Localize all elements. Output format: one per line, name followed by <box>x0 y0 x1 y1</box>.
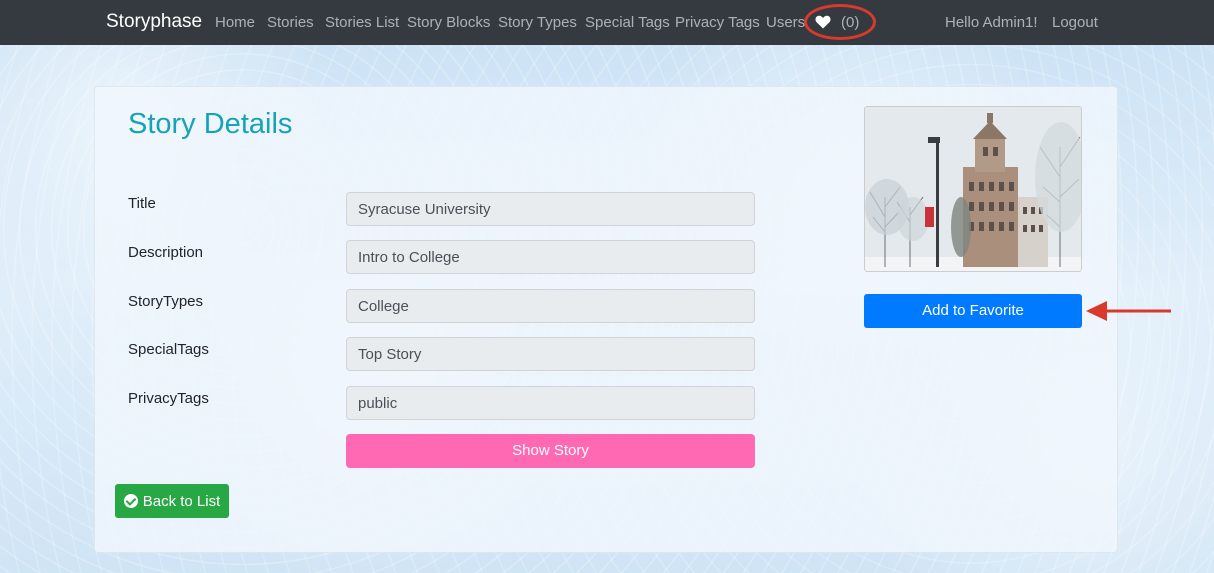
show-story-button[interactable]: Show Story <box>346 434 755 468</box>
annotation-arrow-icon <box>1086 301 1171 321</box>
privacytags-field: public <box>346 386 755 420</box>
title-field: Syracuse University <box>346 192 755 226</box>
top-navbar: Storyphase Home Stories Stories List Sto… <box>0 0 1214 45</box>
check-circle-icon <box>123 494 138 508</box>
nav-users[interactable]: Users <box>766 14 805 31</box>
description-field: Intro to College <box>346 240 755 274</box>
story-image <box>864 106 1082 272</box>
greeting-text: Hello Admin1! <box>945 14 1038 31</box>
specialtags-field: Top Story <box>346 337 755 371</box>
nav-stories-list[interactable]: Stories List <box>325 14 399 31</box>
nav-story-types[interactable]: Story Types <box>498 14 577 31</box>
description-label: Description <box>128 244 204 261</box>
brand-logo[interactable]: Storyphase <box>106 11 202 33</box>
specialtags-label: SpecialTags <box>128 341 209 358</box>
campus-building-picture <box>865 107 1081 271</box>
heart-icon[interactable] <box>815 15 831 29</box>
favorites-count[interactable]: (0) <box>841 14 859 31</box>
nav-home[interactable]: Home <box>215 14 255 31</box>
nav-story-blocks[interactable]: Story Blocks <box>407 14 490 31</box>
back-to-list-label: Back to List <box>142 492 221 510</box>
nav-special-tags[interactable]: Special Tags <box>585 14 670 31</box>
page-title: Story Details <box>128 108 293 140</box>
storytypes-label: StoryTypes <box>128 293 204 310</box>
nav-stories[interactable]: Stories <box>267 14 314 31</box>
add-to-favorite-button[interactable]: Add to Favorite <box>864 294 1082 328</box>
storytypes-field: College <box>346 289 755 323</box>
title-label: Title <box>128 195 156 212</box>
nav-privacy-tags[interactable]: Privacy Tags <box>675 14 760 31</box>
privacytags-label: PrivacyTags <box>128 390 209 407</box>
nav-logout[interactable]: Logout <box>1052 14 1098 31</box>
back-to-list-button[interactable]: Back to List <box>115 484 229 518</box>
